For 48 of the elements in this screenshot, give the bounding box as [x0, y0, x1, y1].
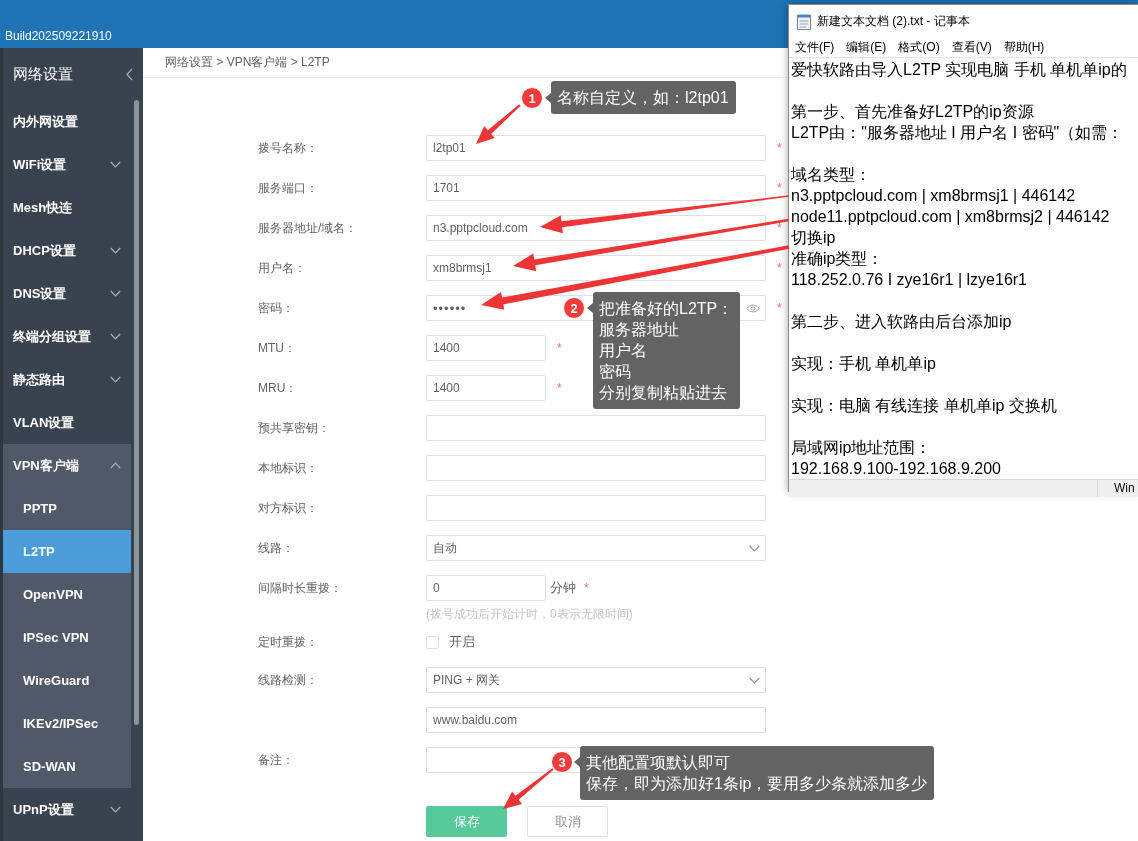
sidebar-title: 网络设置	[13, 64, 73, 84]
field-label: MRU：	[258, 379, 298, 397]
required-mark: *	[777, 141, 782, 155]
unit-label: 分钟	[550, 579, 576, 597]
required-mark: *	[584, 581, 589, 595]
field-label: 线路检测：	[258, 671, 318, 689]
status-text: Win	[1113, 480, 1135, 497]
step-tooltip: 其他配置项默认即可 保存，即为添加好1条ip，要用多少条就添加多少	[574, 746, 935, 800]
field-label: 用户名：	[258, 259, 306, 277]
required-mark: *	[777, 301, 782, 315]
text-line: 准确ip类型：	[791, 249, 885, 269]
text-line: 第二步、进入软路由后台添加ip	[791, 312, 1013, 332]
field-label: 备注：	[258, 751, 294, 769]
text-line: 域名类型：	[791, 165, 872, 185]
field-label: MTU：	[258, 339, 296, 357]
step-tooltip: 名称自定义，如：l2tp01	[545, 81, 736, 114]
required-mark: *	[777, 221, 782, 235]
text-line: 第一步、首先准备好L2TP的ip资源	[791, 102, 1035, 122]
window-title: 新建文本文档 (2).txt - 记事本	[817, 13, 970, 30]
field-label: 预共享密钥：	[258, 419, 330, 437]
text-line: 118.252.0.76 I zye16r1 | lzye16r1	[791, 270, 1028, 290]
field-label: 服务端口：	[258, 179, 318, 197]
text-line: 实现：电脑 有线连接 单机单ip 交换机	[791, 396, 1058, 416]
text-line: 局域网ip地址范围：	[791, 438, 933, 458]
breadcrumb: 网络设置 > VPN客户端 > L2TP	[165, 54, 330, 71]
field-label: 线路：	[258, 539, 294, 557]
step-tooltip: 把准备好的L2TP： 服务器地址 用户名 密码 分别复制粘贴进去	[587, 292, 741, 409]
field-label: 服务器地址/域名：	[258, 219, 358, 237]
text-line: 192.168.9.100-192.168.9.200	[791, 459, 1002, 479]
required-mark: *	[557, 341, 562, 355]
text-line: node11.pptpcloud.com | xm8brmsj2 | 446142	[791, 207, 1111, 227]
field-label: 本地标识：	[258, 459, 318, 477]
field-label: 拨号名称：	[258, 139, 318, 157]
step-badge: 1	[521, 87, 543, 109]
field-label: 间隔时长重拨：	[258, 579, 342, 597]
build-label: Build202509221910	[5, 29, 112, 43]
required-mark: *	[777, 181, 782, 195]
text-line: 爱快软路由导入L2TP 实现电脑 手机 单机单ip的	[791, 60, 1128, 80]
checkbox-label: 开启	[449, 633, 475, 651]
text-line: n3.pptpcloud.com | xm8brmsj1 | 446142	[791, 186, 1077, 206]
required-mark: *	[557, 381, 562, 395]
text-line: 切换ip	[791, 228, 837, 248]
required-mark: *	[777, 261, 782, 275]
field-label: 密码：	[258, 299, 294, 317]
text-line: L2TP由："服务器地址 I 用户名 I 密码"（如需：	[791, 123, 1125, 143]
field-label: 定时重拨：	[258, 633, 318, 651]
field-label: 对方标识：	[258, 499, 318, 517]
text-line: 实现：手机 单机单ip	[791, 354, 937, 374]
